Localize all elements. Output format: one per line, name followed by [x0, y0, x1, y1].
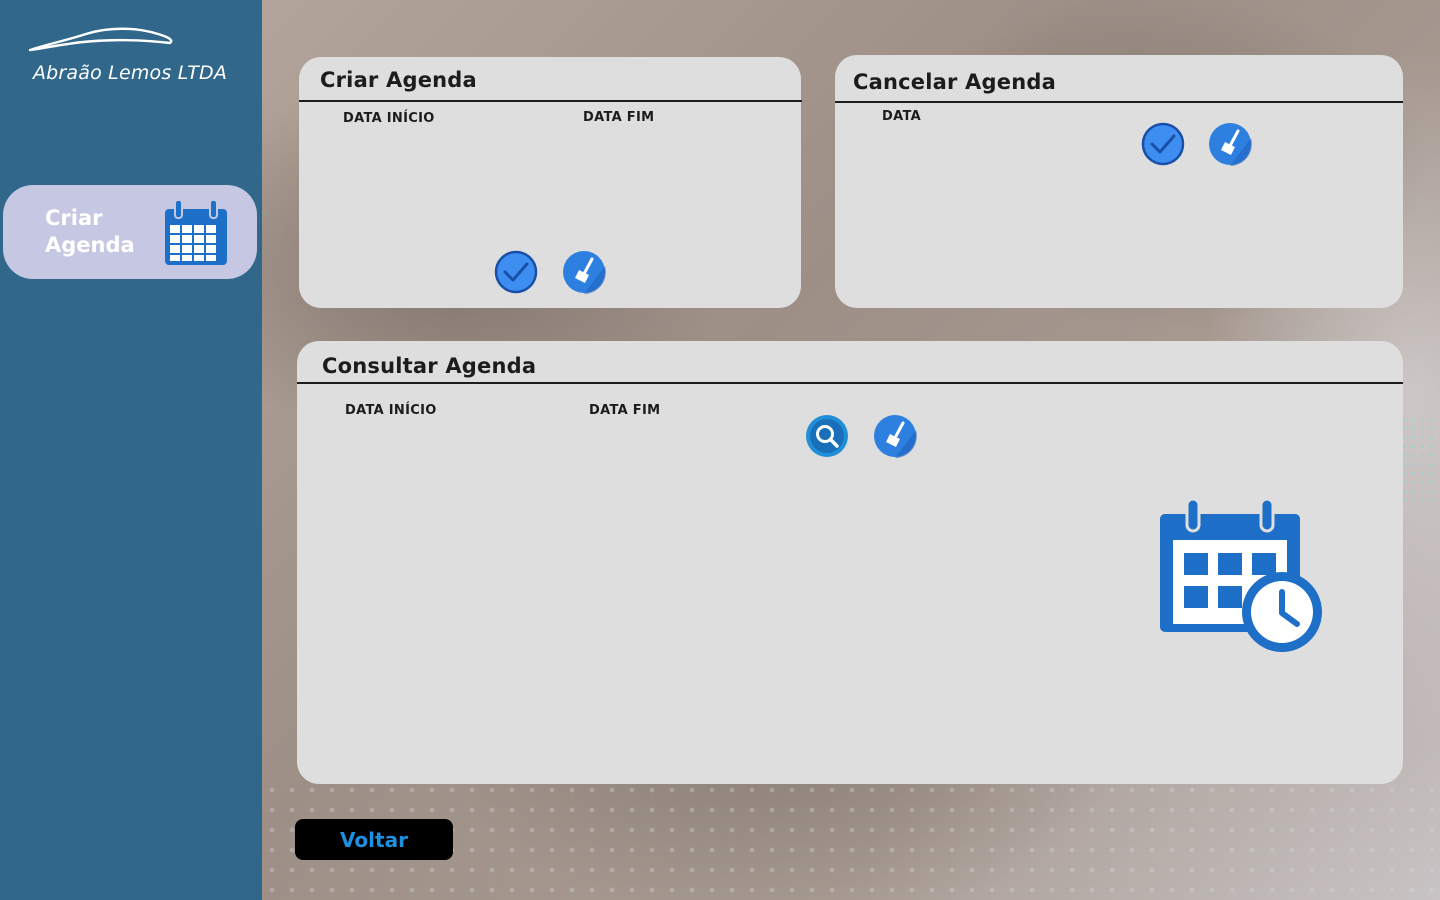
car-silhouette-icon [28, 27, 173, 52]
start-date-label: DATA INÍCIO [345, 403, 437, 418]
date-label: DATA [882, 109, 921, 124]
panel-title: Consultar Agenda [322, 354, 537, 378]
back-button[interactable]: Voltar [295, 819, 453, 860]
end-date-label: DATA FIM [589, 403, 661, 418]
criar-agenda-panel: Criar Agenda DATA INÍCIO DATA FIM [299, 57, 802, 308]
cancelar-agenda-panel: Cancelar Agenda DATA [835, 55, 1403, 308]
calendar-icon [161, 197, 231, 271]
check-icon [1141, 122, 1185, 166]
end-date-label: DATA FIM [583, 110, 655, 125]
divider [297, 382, 1403, 384]
company-logo: Abraão Lemos LTDA [18, 26, 242, 90]
broom-icon [1209, 123, 1252, 166]
broom-icon [563, 251, 606, 294]
divider [299, 100, 802, 102]
broom-icon [874, 415, 917, 458]
dot-pattern-right [1400, 415, 1440, 505]
clear-button[interactable] [1208, 122, 1252, 166]
clear-button[interactable] [873, 414, 917, 458]
company-name: Abraão Lemos LTDA [32, 62, 228, 84]
calendar-clock-icon [1157, 496, 1329, 665]
panel-title: Criar Agenda [320, 68, 477, 92]
confirm-button[interactable] [1141, 122, 1185, 166]
consultar-agenda-panel: Consultar Agenda DATA INÍCIO DATA FIM [297, 341, 1403, 784]
sidebar: Abraão Lemos LTDA Criar Agenda [0, 0, 262, 900]
sidebar-item-label: Criar Agenda [45, 206, 135, 257]
panel-title: Cancelar Agenda [853, 70, 1056, 94]
clear-button[interactable] [562, 250, 606, 294]
search-button[interactable] [805, 414, 849, 458]
search-icon [806, 415, 848, 457]
confirm-button[interactable] [494, 250, 538, 294]
divider [835, 101, 1403, 103]
start-date-label: DATA INÍCIO [343, 111, 435, 126]
check-icon [494, 250, 538, 294]
sidebar-item-criar-agenda[interactable]: Criar Agenda [3, 185, 257, 279]
